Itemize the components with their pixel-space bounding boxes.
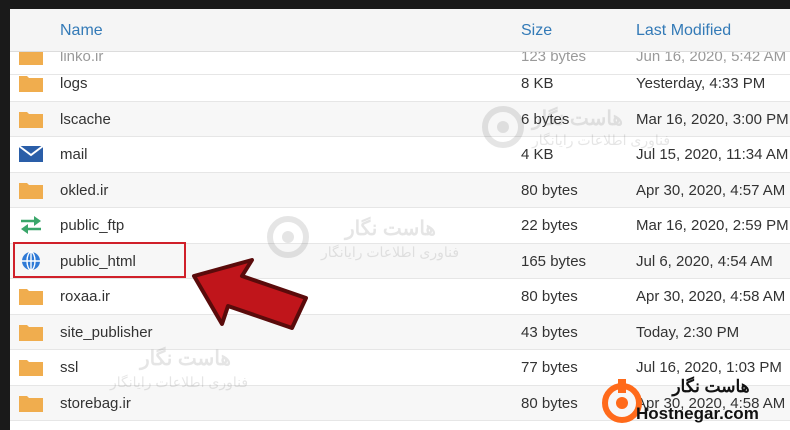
file-modified: Jul 6, 2020, 4:54 AM [636, 252, 773, 270]
file-modified: Apr 30, 2020, 4:57 AM [636, 181, 786, 199]
folder-icon [19, 324, 43, 341]
folder-icon [19, 360, 43, 376]
file-modified: Mar 16, 2020, 3:00 PM [636, 110, 789, 128]
table-header: Name Size Last Modified [10, 9, 790, 52]
transfer-arrows-icon [21, 216, 41, 234]
file-name[interactable]: okled.ir [60, 182, 108, 199]
file-size: 165 bytes [521, 252, 587, 270]
folder-icon [19, 182, 43, 199]
file-name[interactable]: storebag.ir [60, 395, 131, 412]
file-size: 80 bytes [521, 394, 578, 412]
table-row[interactable]: public_ftp 22 bytes Mar 16, 2020, 2:59 P… [10, 208, 790, 244]
logo-text-persian: هاست نگار [672, 377, 750, 396]
column-header-size[interactable]: Size [521, 22, 552, 40]
table-row[interactable]: logs 8 KB Yesterday, 4:33 PM [10, 66, 790, 102]
public-html-highlight-box [13, 242, 186, 278]
table-row[interactable]: mail 4 KB Jul 15, 2020, 11:34 AM [10, 137, 790, 173]
file-modified: Today, 2:30 PM [636, 323, 740, 341]
column-header-name[interactable]: Name [60, 22, 103, 40]
file-name[interactable]: public_ftp [60, 217, 124, 234]
file-size: 77 bytes [521, 359, 578, 376]
brand-logo: هاست نگار Hostnegar.com [600, 371, 790, 430]
file-modified: Jul 15, 2020, 11:34 AM [636, 146, 789, 163]
table-row[interactable]: lscache 6 bytes Mar 16, 2020, 3:00 PM [10, 101, 790, 137]
file-size: 80 bytes [521, 181, 578, 199]
file-name[interactable]: ssl [60, 359, 78, 376]
red-arrow-pointer [192, 258, 308, 330]
folder-icon [19, 76, 43, 92]
file-size: 80 bytes [521, 288, 578, 305]
file-size: 4 KB [521, 146, 554, 163]
folder-icon [19, 395, 43, 412]
file-name[interactable]: roxaa.ir [60, 288, 110, 305]
file-name[interactable]: logs [60, 75, 88, 92]
file-name[interactable]: site_publisher [60, 324, 153, 341]
file-size: 6 bytes [521, 110, 570, 128]
file-modified: Mar 16, 2020, 2:59 PM [636, 217, 789, 234]
table-row[interactable]: okled.ir 80 bytes Apr 30, 2020, 4:57 AM [10, 172, 790, 208]
file-name[interactable]: lscache [60, 111, 111, 128]
mail-icon [18, 145, 44, 162]
column-header-modified[interactable]: Last Modified [636, 22, 731, 40]
file-modified: Apr 30, 2020, 4:58 AM [636, 288, 786, 305]
file-size: 22 bytes [521, 217, 578, 234]
file-name[interactable]: mail [60, 146, 88, 163]
file-manager-panel: linko.ir 123 bytes Jun 16, 2020, 5:42 AM… [10, 9, 790, 430]
table-row[interactable]: roxaa.ir 80 bytes Apr 30, 2020, 4:58 AM [10, 279, 790, 315]
folder-icon [19, 111, 43, 128]
file-size: 8 KB [521, 75, 554, 92]
logo-text-english: Hostnegar.com [636, 404, 759, 423]
table-row[interactable]: site_publisher 43 bytes Today, 2:30 PM [10, 314, 790, 350]
folder-icon [19, 289, 43, 305]
file-size: 43 bytes [521, 323, 578, 341]
file-modified: Yesterday, 4:33 PM [636, 75, 766, 92]
